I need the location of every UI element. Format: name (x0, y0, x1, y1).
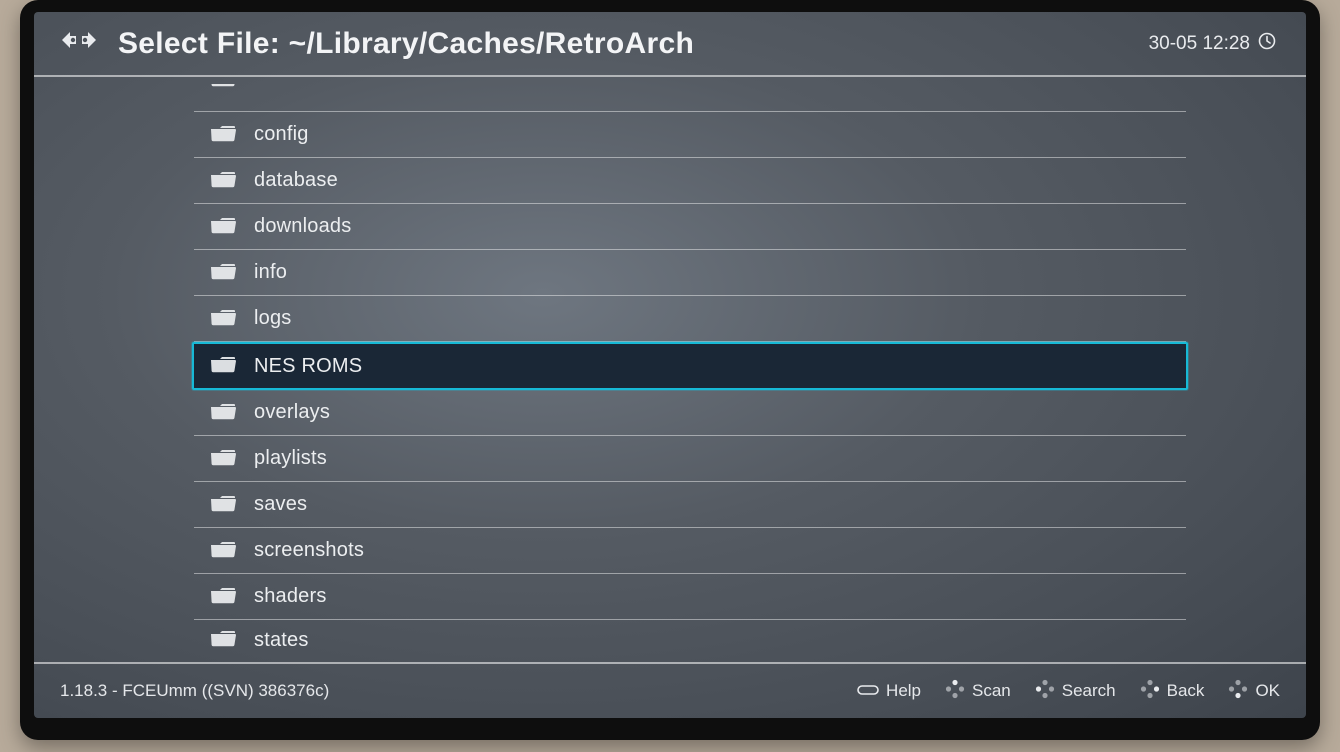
list-item-label: logs (254, 307, 292, 330)
folder-icon (210, 84, 236, 94)
clock: 30-05 12:28 (1149, 32, 1276, 56)
folder-icon (210, 167, 236, 195)
list-item-label: screenshots (254, 539, 364, 562)
list-item[interactable]: database (194, 158, 1186, 204)
clock-text: 30-05 12:28 (1149, 33, 1250, 55)
version-label: 1.18.3 - FCEUmm ((SVN) 386376c) (60, 681, 329, 701)
tv-bezel: Select File: ~/Library/Caches/RetroArch … (20, 0, 1320, 740)
list-item-label: cht (254, 84, 281, 89)
hint-scan[interactable]: Scan (945, 679, 1011, 704)
hint-help-label: Help (886, 681, 921, 701)
list-item[interactable]: shaders (194, 574, 1186, 620)
header-left: Select File: ~/Library/Caches/RetroArch (58, 26, 694, 61)
list-item[interactable]: downloads (194, 204, 1186, 250)
hint-back-label: Back (1167, 681, 1205, 701)
hint-ok[interactable]: OK (1228, 679, 1280, 704)
footer-hints: Help Scan (857, 679, 1280, 704)
file-list[interactable]: cht config database downloads info logs … (194, 84, 1186, 660)
list-item[interactable]: config (194, 112, 1186, 158)
list-item[interactable]: cht (194, 84, 1186, 112)
footer-bar: 1.18.3 - FCEUmm ((SVN) 386376c) Help (34, 662, 1306, 718)
folder-icon (210, 399, 236, 427)
folder-icon (210, 213, 236, 241)
list-item-label: NES ROMS (254, 355, 362, 378)
retroarch-logo-icon (58, 26, 100, 61)
list-item-label: saves (254, 493, 307, 516)
file-list-area: cht config database downloads info logs … (34, 84, 1306, 660)
app-screen: Select File: ~/Library/Caches/RetroArch … (34, 12, 1306, 718)
list-item[interactable]: info (194, 250, 1186, 296)
dpad-icon (945, 679, 965, 704)
dpad-icon (1140, 679, 1160, 704)
list-item-label: config (254, 123, 309, 146)
list-item-label: database (254, 169, 338, 192)
hint-help[interactable]: Help (857, 681, 921, 701)
folder-icon (210, 583, 236, 611)
list-item-label: states (254, 629, 309, 652)
list-item-label: shaders (254, 585, 327, 608)
list-item-label: info (254, 261, 287, 284)
list-item-label: playlists (254, 447, 327, 470)
hint-ok-label: OK (1255, 681, 1280, 701)
folder-icon (210, 626, 236, 654)
list-item[interactable]: saves (194, 482, 1186, 528)
folder-icon (210, 305, 236, 333)
list-item[interactable]: overlays (194, 390, 1186, 436)
list-item[interactable]: playlists (194, 436, 1186, 482)
hint-search[interactable]: Search (1035, 679, 1116, 704)
folder-icon (210, 445, 236, 473)
folder-icon (210, 121, 236, 149)
hint-scan-label: Scan (972, 681, 1011, 701)
list-item[interactable]: NES ROMS (192, 342, 1188, 390)
folder-icon (210, 491, 236, 519)
page-title: Select File: ~/Library/Caches/RetroArch (118, 27, 694, 61)
header-bar: Select File: ~/Library/Caches/RetroArch … (34, 12, 1306, 77)
list-item-label: downloads (254, 215, 351, 238)
clock-icon (1258, 32, 1276, 56)
hint-back[interactable]: Back (1140, 679, 1205, 704)
list-item[interactable]: states (194, 620, 1186, 660)
list-item[interactable]: logs (194, 296, 1186, 342)
folder-icon (210, 352, 236, 380)
list-item-label: overlays (254, 401, 330, 424)
folder-icon (210, 259, 236, 287)
list-item[interactable]: screenshots (194, 528, 1186, 574)
select-button-icon (857, 681, 879, 701)
folder-icon (210, 537, 236, 565)
dpad-icon (1035, 679, 1055, 704)
dpad-icon (1228, 679, 1248, 704)
hint-search-label: Search (1062, 681, 1116, 701)
